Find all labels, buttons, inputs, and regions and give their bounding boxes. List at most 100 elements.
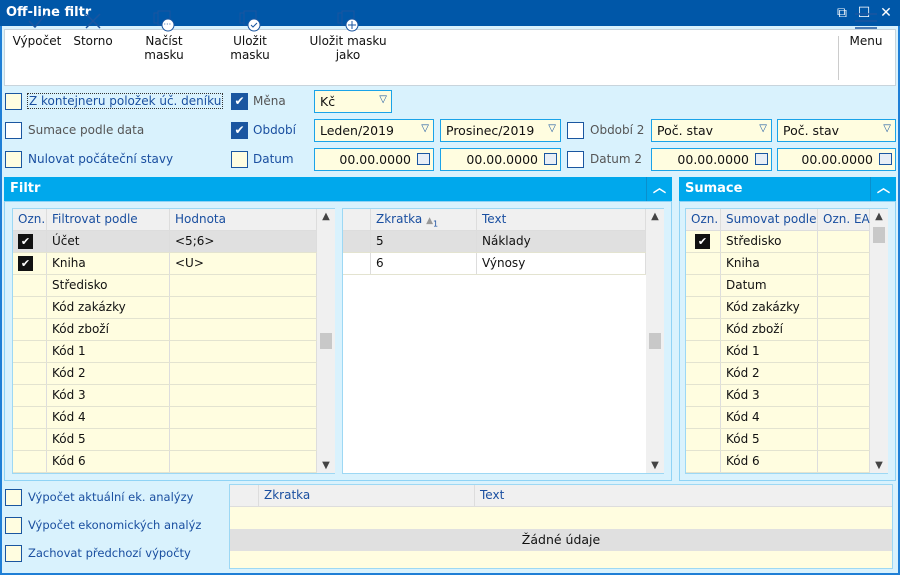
column-header-text[interactable]: Text [477,209,646,230]
calendar-icon[interactable] [417,153,430,165]
row-checkbox[interactable] [686,407,721,428]
table-row[interactable]: ✔ Kniha <U> [13,253,334,275]
column-header-text[interactable]: Text [475,485,892,506]
calendar-icon[interactable] [755,153,768,165]
row-checkbox[interactable] [13,319,47,340]
table-row[interactable]: Datum [686,275,887,297]
column-header-ozn[interactable]: Ozn. [686,209,721,230]
obdobi2-from-select[interactable]: Poč. stav ▽ [651,119,772,142]
storno-button[interactable]: Storno [70,8,116,48]
ulozit-masku-button[interactable]: Uložit masku [212,8,288,62]
bottom-option-checkbox[interactable] [5,517,22,534]
row-checkbox[interactable] [13,363,47,384]
table-row[interactable]: Kód 6 [686,451,887,473]
row-checkbox[interactable] [686,319,721,340]
row-checkbox[interactable] [686,275,721,296]
table-row[interactable]: Kód 6 [13,451,334,473]
values-scrollbar[interactable]: ▲ ▼ [646,209,664,473]
column-header-hodnota[interactable]: Hodnota [170,209,317,230]
table-row[interactable]: 6 Výnosy [343,253,646,275]
row-checkbox[interactable] [686,363,721,384]
table-row[interactable]: Kód 3 [686,385,887,407]
table-row[interactable]: Kód 5 [686,429,887,451]
calendar-icon[interactable] [879,153,892,165]
table-row[interactable]: Kód 1 [686,341,887,363]
nulovat-checkbox[interactable] [5,151,22,168]
table-row[interactable]: Středisko [13,275,334,297]
row-checkbox[interactable] [13,385,47,406]
row-checkbox[interactable] [686,297,721,318]
datum-from-field[interactable]: 00.00.0000 [314,148,434,171]
obdobi-from-select[interactable]: Leden/2019 ▽ [314,119,434,142]
table-row[interactable]: Kód 4 [13,407,334,429]
row-checkbox[interactable] [13,407,47,428]
row-checkbox[interactable] [13,451,47,472]
obdobi-to-select[interactable]: Prosinec/2019 ▽ [440,119,561,142]
row-checkbox[interactable] [686,451,721,472]
mena-checkbox[interactable]: ✔ [231,93,248,110]
table-row[interactable]: 5 Náklady [343,231,646,253]
row-checkbox[interactable] [13,297,47,318]
table-row[interactable]: Kód zakázky [686,297,887,319]
column-header-zkratka[interactable]: Zkratka ▲1 [371,209,477,230]
dropdown-icon: ▽ [379,94,387,105]
obdobi2-to-select[interactable]: Poč. stav ▽ [777,119,896,142]
z-kontejneru-checkbox[interactable] [5,93,22,110]
z-kontejneru-label[interactable]: Z kontejneru položek úč. deníku [27,93,224,109]
menu-button[interactable]: Menu [846,8,886,48]
grid-header: Ozn. Sumovat podle Ozn. EA [686,209,887,231]
table-row[interactable]: Kód 2 [13,363,334,385]
datum2-checkbox[interactable] [567,151,584,168]
datum-to-field[interactable]: 00.00.0000 [440,148,561,171]
obdobi-checkbox[interactable]: ✔ [231,122,248,139]
table-row[interactable]: Kód 4 [686,407,887,429]
sumace-panel-header: Sumace ︿ [679,177,896,201]
row-checkbox[interactable] [686,429,721,450]
sumace-podle-data-checkbox[interactable] [5,122,22,139]
column-header-ozn[interactable]: Ozn. [13,209,47,230]
table-row[interactable]: Kód zboží [13,319,334,341]
row-checkbox[interactable]: ✔ [686,231,721,252]
column-header-ozn-ea[interactable]: Ozn. EA [818,209,870,230]
column-header-sumovat-podle[interactable]: Sumovat podle [721,209,818,230]
close-icon [70,8,116,34]
load-mask-icon: ··· [124,8,204,34]
row-checkbox[interactable] [13,275,47,296]
table-row[interactable]: Kniha [686,253,887,275]
hamburger-icon [846,8,886,34]
bottom-option-checkbox[interactable] [5,489,22,506]
row-checkbox[interactable]: ✔ [13,253,47,274]
table-row[interactable]: Kód 3 [13,385,334,407]
bottom-option-checkbox[interactable] [5,545,22,562]
column-header-filtrovat-podle[interactable]: Filtrovat podle [47,209,170,230]
check-icon: ✔ [18,256,33,271]
filtr-scrollbar[interactable]: ▲ ▼ [317,209,335,473]
obdobi2-checkbox[interactable] [567,122,584,139]
sumace-scrollbar[interactable]: ▲ ▼ [870,209,888,473]
row-checkbox[interactable]: ✔ [13,231,47,252]
datum2-to-field[interactable]: 00.00.0000 [777,148,896,171]
grid-header: Ozn. Filtrovat podle Hodnota [13,209,334,231]
table-row[interactable]: Kód zakázky [13,297,334,319]
nacist-masku-button[interactable]: ··· Načíst masku [124,8,204,62]
calendar-icon[interactable] [544,153,557,165]
collapse-icon[interactable]: ︿ [870,177,896,201]
row-checkbox[interactable] [13,429,47,450]
row-checkbox[interactable] [686,341,721,362]
row-checkbox[interactable] [686,253,721,274]
row-checkbox[interactable] [686,385,721,406]
table-row[interactable]: ✔ Účet <5;6> [13,231,334,253]
column-header-zkratka[interactable]: Zkratka [259,485,475,506]
row-checkbox[interactable] [13,341,47,362]
table-row[interactable]: Kód 1 [13,341,334,363]
mena-select[interactable]: Kč ▽ [314,90,392,113]
table-row[interactable]: Kód zboží [686,319,887,341]
table-row[interactable]: Kód 5 [13,429,334,451]
collapse-icon[interactable]: ︿ [646,177,672,201]
datum-checkbox[interactable] [231,151,248,168]
ulozit-masku-jako-button[interactable]: Uložit masku jako [298,8,398,62]
table-row[interactable]: ✔ Středisko [686,231,887,253]
vypocet-button[interactable]: Výpočet [12,8,62,48]
datum2-from-field[interactable]: 00.00.0000 [651,148,772,171]
table-row[interactable]: Kód 2 [686,363,887,385]
